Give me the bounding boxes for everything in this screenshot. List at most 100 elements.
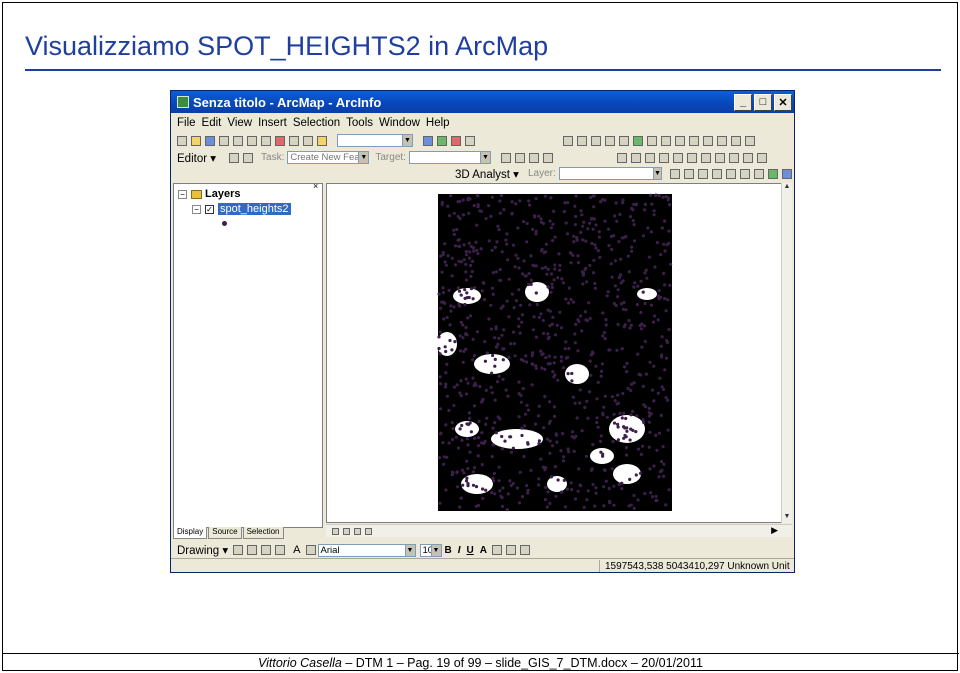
copy-icon[interactable] [247,135,257,146]
rectangle-icon[interactable] [275,545,286,555]
georef-icon[interactable] [700,152,711,163]
split-tool-icon[interactable] [500,152,511,163]
pause-drawing-icon[interactable] [365,527,372,535]
layer-visibility-checkbox[interactable]: ✓ [205,204,214,214]
open-folder-icon[interactable] [191,135,201,146]
new-document-icon[interactable] [177,135,187,146]
measure-icon[interactable] [731,135,741,146]
font-size-combo[interactable]: 10 [419,543,432,557]
georef-icon[interactable] [658,152,669,163]
close-button[interactable]: ✕ [774,93,792,111]
fill-color-icon[interactable] [491,545,502,555]
chevron-down-icon[interactable]: ▼ [403,134,413,147]
window-titlebar[interactable]: Senza titolo - ArcMap - ArcInfo _ □ ✕ [171,91,794,113]
georef-icon[interactable] [742,152,753,163]
attributes-icon[interactable] [528,152,539,163]
underline-button[interactable]: U [467,545,474,556]
chevron-down-icon[interactable]: ▼ [653,167,662,180]
callout-icon[interactable] [305,545,316,555]
georef-icon[interactable] [728,152,739,163]
font-color-button[interactable]: A [480,545,487,556]
georef-icon[interactable] [672,152,683,163]
chevron-down-icon[interactable]: ▼ [480,151,491,164]
tab-selection[interactable]: Selection [242,527,284,539]
arcscene-icon[interactable] [768,168,778,179]
save-icon[interactable] [205,135,215,146]
next-extent-icon[interactable] [661,135,671,146]
edit-tool-icon[interactable] [229,152,240,163]
identify-icon[interactable] [703,135,713,146]
vertical-scrollbar[interactable]: ▲ ▼ [781,183,792,523]
italic-button[interactable]: I [458,545,461,556]
menu-view[interactable]: View [227,117,252,129]
fixed-zoom-in-icon[interactable] [591,135,601,146]
zoom-in-icon[interactable] [563,135,573,146]
select-elements-icon[interactable] [233,545,244,555]
line-of-sight-icon[interactable] [698,168,708,179]
point-symbol-icon[interactable] [222,221,227,226]
georef-icon[interactable] [714,152,725,163]
minimize-button[interactable]: _ [734,93,752,111]
full-extent-icon[interactable] [633,135,643,146]
data-view-icon[interactable] [332,527,339,535]
task-combo[interactable]: Create New Fea [287,151,360,164]
georef-icon[interactable] [756,152,767,163]
scale-combo[interactable] [337,134,403,147]
chevron-down-icon[interactable]: ▼ [431,543,442,557]
undo-icon[interactable] [289,135,299,146]
menu-window[interactable]: Window [379,117,420,129]
scroll-down-icon[interactable]: ▼ [782,513,792,523]
layer-combo[interactable] [558,167,654,180]
georef-icon[interactable] [616,152,627,163]
analyst-menu[interactable]: 3D Analyst ▾ [455,167,519,181]
menu-help[interactable]: Help [426,117,450,129]
print-icon[interactable] [219,135,229,146]
arctoolbox-icon[interactable] [437,135,447,146]
font-combo[interactable]: Arial [317,543,406,557]
previous-extent-icon[interactable] [647,135,657,146]
fixed-zoom-out-icon[interactable] [605,135,615,146]
menu-selection[interactable]: Selection [293,117,340,129]
line-color-icon[interactable] [505,545,516,555]
add-data-icon[interactable] [317,135,327,146]
toc-close-button[interactable]: × [313,181,318,191]
editor-toolbar-icon[interactable] [423,135,433,146]
scroll-right-icon[interactable]: ▶ [771,525,778,536]
chevron-down-icon[interactable]: ▼ [359,151,370,164]
redo-icon[interactable] [303,135,313,146]
layers-root[interactable]: − Layers [178,188,240,200]
tab-display[interactable]: Display [173,527,208,539]
horizontal-scrollbar[interactable]: ▶ [326,524,792,537]
menu-insert[interactable]: Insert [258,117,287,129]
select-features-icon[interactable] [675,135,685,146]
sketch-tool-icon[interactable] [243,152,254,163]
layer-name[interactable]: spot_heights2 [218,203,291,215]
interpolate-point-icon[interactable] [712,168,722,179]
rotate-icon[interactable] [247,545,258,555]
scroll-up-icon[interactable]: ▲ [782,183,792,193]
menu-file[interactable]: File [177,117,196,129]
help-icon[interactable] [465,135,475,146]
steepest-path-icon[interactable] [684,168,694,179]
menu-edit[interactable]: Edit [202,117,222,129]
collapse-icon[interactable]: − [192,204,201,214]
map-display[interactable] [326,183,792,523]
text-tool[interactable]: A [293,544,300,556]
marker-color-icon[interactable] [519,545,530,555]
sketch-properties-icon[interactable] [542,152,553,163]
interpolate-line-icon[interactable] [726,168,736,179]
arcglobe-icon[interactable] [782,168,792,179]
bold-button[interactable]: B [445,545,452,556]
zoom-whole-page-icon[interactable] [261,545,272,555]
profile-graph-icon[interactable] [754,168,764,179]
contour-icon[interactable] [670,168,680,179]
cut-icon[interactable] [233,135,243,146]
select-elements-icon[interactable] [689,135,699,146]
refresh-icon[interactable] [354,527,361,535]
editor-menu[interactable]: Editor ▾ [177,151,216,165]
rotate-tool-icon[interactable] [514,152,525,163]
georef-icon[interactable] [630,152,641,163]
chevron-down-icon[interactable]: ▼ [405,543,416,557]
maximize-button[interactable]: □ [754,93,772,111]
georef-icon[interactable] [644,152,655,163]
